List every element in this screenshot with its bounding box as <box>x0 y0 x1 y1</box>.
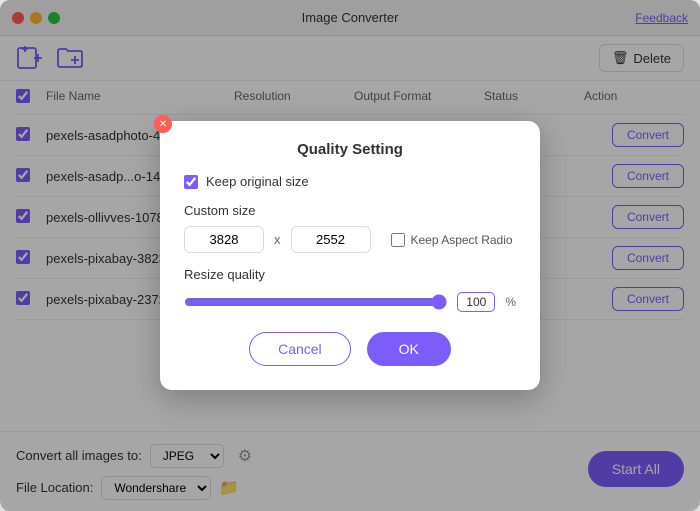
resize-quality-section: Resize quality 100 % <box>184 267 516 312</box>
keep-aspect-label: Keep Aspect Radio <box>411 233 513 247</box>
width-input[interactable] <box>184 226 264 253</box>
height-input[interactable] <box>291 226 371 253</box>
custom-size-section: Custom size x Keep Aspect Radio <box>184 203 516 253</box>
quality-setting-modal: ✕ Quality Setting Keep original size Cus… <box>160 121 540 390</box>
keep-aspect-row: Keep Aspect Radio <box>391 233 513 247</box>
modal-close-button[interactable]: ✕ <box>154 115 172 133</box>
keep-original-checkbox[interactable] <box>184 175 198 189</box>
modal-buttons: Cancel OK <box>184 332 516 366</box>
modal-title: Quality Setting <box>184 141 516 158</box>
keep-original-label: Keep original size <box>206 174 309 189</box>
resize-quality-label: Resize quality <box>184 267 516 282</box>
slider-row: 100 % <box>184 292 516 312</box>
cancel-button[interactable]: Cancel <box>249 332 351 366</box>
x-separator: x <box>274 232 281 247</box>
quality-value: 100 <box>457 292 495 312</box>
percent-label: % <box>505 295 516 309</box>
main-window: Image Converter Feedback <box>0 0 700 511</box>
size-inputs: x Keep Aspect Radio <box>184 226 516 253</box>
custom-size-label: Custom size <box>184 203 516 218</box>
modal-overlay: ✕ Quality Setting Keep original size Cus… <box>0 0 700 511</box>
ok-button[interactable]: OK <box>367 332 451 366</box>
keep-original-row: Keep original size <box>184 174 516 189</box>
quality-slider[interactable] <box>184 294 447 310</box>
keep-aspect-checkbox[interactable] <box>391 233 405 247</box>
